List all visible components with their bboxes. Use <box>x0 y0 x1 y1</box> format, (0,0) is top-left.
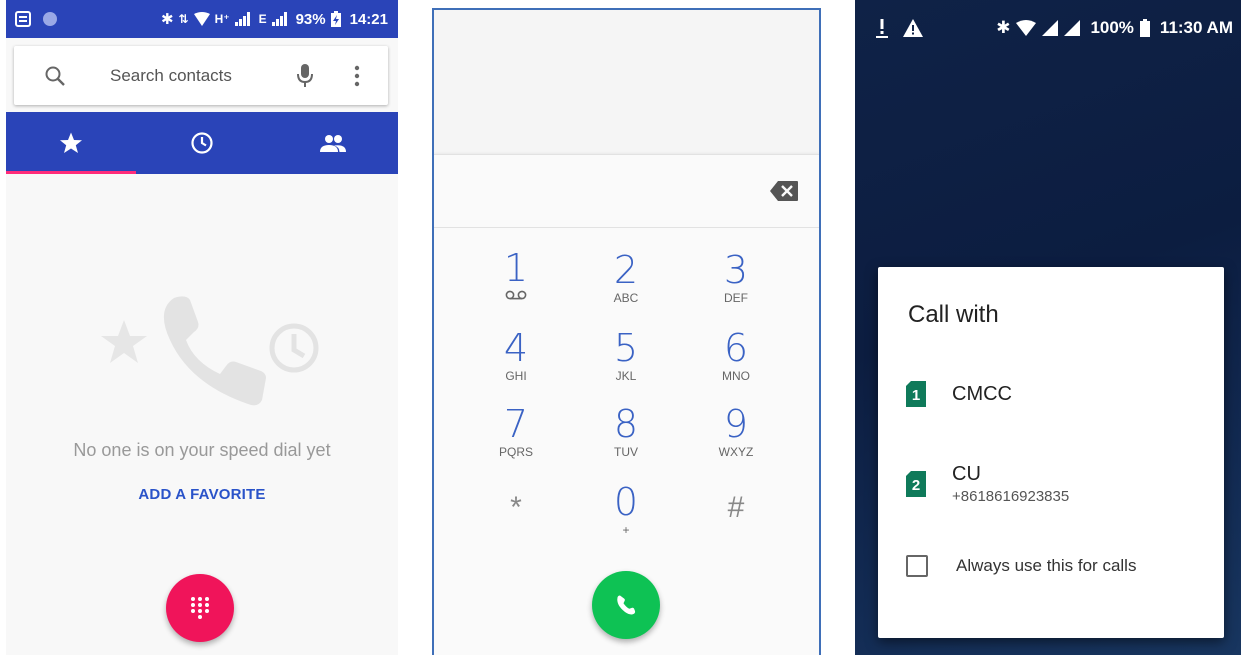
battery-full-icon <box>1139 19 1150 37</box>
call-button[interactable] <box>592 571 660 639</box>
dial-key-7[interactable]: 7 PQRS <box>456 404 576 474</box>
dialpad-screen: 1 2 ABC 3 DEF 4 GHI 5 JKL 6 MNO 7 PQRS 8… <box>432 8 821 655</box>
dialpad-header-area <box>434 10 819 154</box>
bluetooth-icon: ✱ <box>160 11 174 28</box>
search-input[interactable]: Search contacts <box>110 66 232 86</box>
people-icon <box>319 135 346 152</box>
battery-percent-2: 100% <box>1090 18 1134 37</box>
sim-option-1[interactable]: 1 CMCC <box>906 381 1012 407</box>
signal-bars-2-icon <box>271 12 287 26</box>
svg-text:2: 2 <box>912 477 920 494</box>
empty-clock-icon <box>269 323 319 373</box>
signal-1-icon <box>1042 20 1059 36</box>
status-bar: ✱ ⇅ H⁺ E 93% 14:21 <box>6 0 398 38</box>
wifi-icon <box>193 12 210 26</box>
dial-key-3[interactable]: 3 DEF <box>676 250 796 320</box>
dial-key-9[interactable]: 9 WXYZ <box>676 404 796 474</box>
dial-key-0[interactable]: 0 + <box>566 482 686 552</box>
svg-text:1: 1 <box>912 387 920 404</box>
dialog-title: Call with <box>908 301 999 328</box>
dial-key-hash[interactable]: # <box>676 488 796 558</box>
more-options-icon[interactable] <box>354 65 360 87</box>
search-icon <box>45 66 65 86</box>
always-use-label: Always use this for calls <box>956 556 1137 575</box>
network-type-1: H⁺ <box>214 12 230 26</box>
sim-2-name: CU <box>952 463 981 485</box>
search-bar[interactable]: Search contacts <box>14 46 388 105</box>
circle-status-icon <box>43 12 57 26</box>
dial-key-star[interactable]: * <box>456 488 576 558</box>
speed-dial-screen: ✱ ⇅ H⁺ E 93% 14:21 Search contacts No on… <box>6 0 398 655</box>
status-bar-2: ✱ 100% 11:30 AM <box>855 0 1241 56</box>
call-with-screen: ✱ 100% 11:30 AM Call with 1 CMCC 2 CU +8… <box>855 0 1241 655</box>
dialpad-fab[interactable] <box>166 574 234 642</box>
star-icon <box>60 132 83 153</box>
digits-field[interactable] <box>434 154 819 228</box>
network-type-2: E <box>258 12 267 26</box>
dialpad-icon <box>191 597 209 619</box>
sim-card-1-icon: 1 <box>906 381 926 407</box>
clock-time: 14:21 <box>349 10 388 28</box>
bluetooth-icon-2: ✱ <box>996 18 1011 37</box>
tab-recents[interactable] <box>137 112 268 174</box>
voicemail-icon <box>505 290 527 300</box>
data-arrows-icon: ⇅ <box>178 12 189 26</box>
warning-icon <box>903 19 923 37</box>
add-favorite-button[interactable]: ADD A FAVORITE <box>6 486 398 503</box>
empty-phone-icon <box>163 296 266 406</box>
empty-speed-dial-illustration <box>101 296 319 406</box>
sim-option-2[interactable]: 2 CU +8618616923835 <box>906 463 1069 505</box>
tab-contacts[interactable] <box>267 112 398 174</box>
empty-star-icon <box>101 320 147 363</box>
dial-key-5[interactable]: 5 JKL <box>566 328 686 398</box>
dial-key-8[interactable]: 8 TUV <box>566 404 686 474</box>
always-use-checkbox[interactable] <box>906 555 928 577</box>
active-tab-indicator <box>6 171 136 174</box>
sim-2-number: +8618616923835 <box>952 488 1070 505</box>
dial-key-2[interactable]: 2 ABC <box>566 250 686 320</box>
battery-charging-icon <box>330 11 341 27</box>
wifi-icon-2 <box>1016 20 1037 36</box>
signal-2-icon <box>1064 20 1081 36</box>
clock-time-2: 11:30 AM <box>1159 18 1233 37</box>
empty-state-message: No one is on your speed dial yet <box>73 440 331 460</box>
sim-1-name: CMCC <box>952 382 1012 405</box>
dial-key-6[interactable]: 6 MNO <box>676 328 796 398</box>
dial-key-4[interactable]: 4 GHI <box>456 328 576 398</box>
microphone-icon[interactable] <box>296 63 314 89</box>
battery-percent: 93% <box>295 10 326 28</box>
signal-bars-1-icon <box>234 12 250 26</box>
download-notification-icon <box>876 19 888 38</box>
clock-icon <box>191 132 213 154</box>
notification-icon <box>15 11 31 27</box>
tab-bar <box>6 112 398 174</box>
call-with-dialog: Call with 1 CMCC 2 CU +8618616923835 Alw… <box>878 267 1224 638</box>
backspace-icon[interactable] <box>769 180 799 202</box>
dial-key-1[interactable]: 1 <box>456 248 576 318</box>
phone-icon <box>617 595 636 615</box>
tab-speed-dial[interactable] <box>6 112 137 174</box>
always-use-option[interactable]: Always use this for calls <box>906 555 1136 577</box>
sim-card-2-icon: 2 <box>906 471 926 497</box>
